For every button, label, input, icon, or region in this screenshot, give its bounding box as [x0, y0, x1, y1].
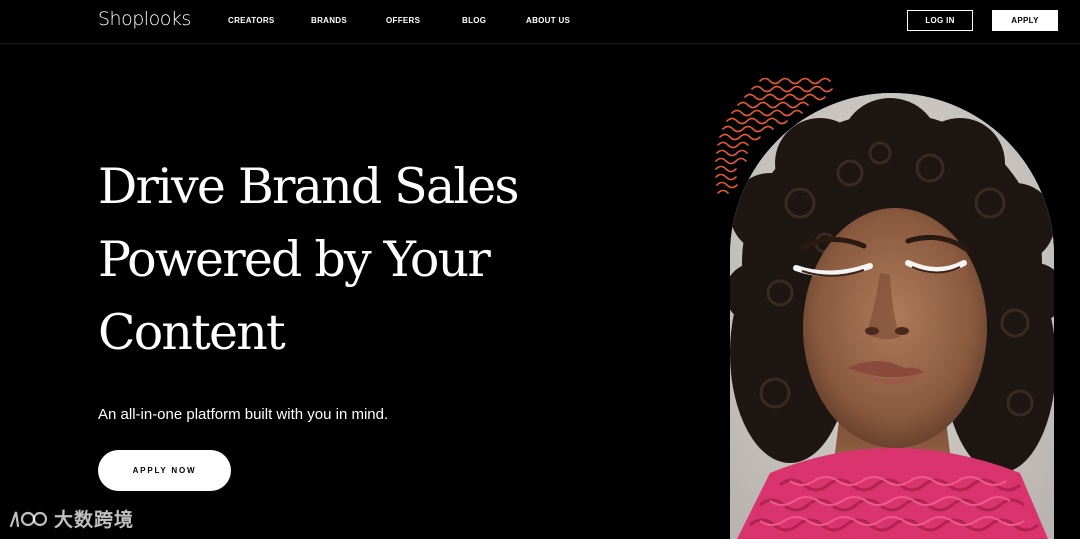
login-button[interactable]: LOG IN: [907, 10, 973, 31]
portrait-illustration: [730, 93, 1054, 539]
nav-link-about-us[interactable]: ABOUT US: [526, 16, 570, 25]
apply-button[interactable]: APPLY: [992, 10, 1058, 31]
top-navigation-bar: Shoplooks CREATORS BRANDS OFFERS BLOG AB…: [0, 0, 1080, 44]
nav-link-blog[interactable]: BLOG: [462, 16, 486, 25]
hero-title-line-2: Powered by Your: [98, 231, 491, 288]
hero-title: Drive Brand Sales Powered by Your Conten…: [98, 150, 568, 369]
hero-subtitle: An all-in-one platform built with you in…: [98, 406, 389, 423]
nav-link-creators[interactable]: CREATORS: [228, 16, 275, 25]
watermark-text: 大数跨境: [54, 509, 135, 531]
shoplooks-logo[interactable]: Shoplooks: [98, 8, 191, 30]
apply-now-button[interactable]: APPLY NOW: [98, 450, 231, 491]
watermark-logo-icon: [9, 511, 48, 527]
nav-link-offers[interactable]: OFFERS: [386, 16, 420, 25]
hero-title-line-3: Content: [98, 304, 286, 361]
watermark: 大数跨境: [8, 505, 134, 532]
nav-link-brands[interactable]: BRANDS: [311, 16, 347, 25]
hero-portrait-image: [730, 93, 1054, 539]
hero-title-line-1: Drive Brand Sales: [98, 158, 520, 215]
